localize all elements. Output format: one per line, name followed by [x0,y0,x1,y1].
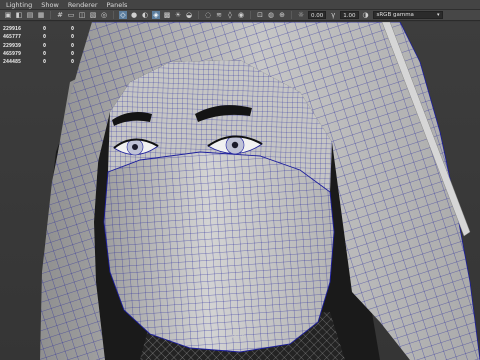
hud-value: 0 [43,59,47,66]
hud-value: 244485 [3,59,22,66]
wireframe-icon[interactable]: ◇ [119,11,127,19]
ambient-occlusion-icon[interactable]: ◌ [204,11,212,19]
toolbar-divider [291,11,292,19]
field-chart-icon[interactable]: ◎ [100,11,108,19]
toolbar-divider [198,11,199,19]
grid-icon[interactable]: # [56,11,64,19]
hud-row: 465979 0 0 [3,50,91,58]
resolution-gate-icon[interactable]: ◫ [78,11,86,19]
hud-row: 465777 0 0 [3,33,91,41]
hud-row: 229939 0 0 [3,42,91,50]
select-camera-icon[interactable]: ▣ [4,11,12,19]
hud-value: 0 [71,34,75,41]
textured-icon[interactable]: ▩ [163,11,171,19]
hud-row: 229916 0 0 [3,25,91,33]
hud-value: 0 [71,42,75,49]
viewport-canvas[interactable] [0,22,480,360]
hud-value: 229939 [3,42,22,49]
hud-value: 229916 [3,26,22,33]
panel-menu-bar: Lighting Show Renderer Panels [0,0,480,10]
film-gate-icon[interactable]: ▭ [67,11,75,19]
camera-name-label: persp [232,334,245,339]
menu-panels[interactable]: Panels [107,0,128,10]
xray-joints-icon[interactable]: ⊕ [278,11,286,19]
motion-blur-icon[interactable]: ≋ [215,11,223,19]
view-transform-value: sRGB gamma [376,12,414,18]
shadows-icon[interactable]: ◒ [185,11,193,19]
bookmarks-icon[interactable]: ▤ [26,11,34,19]
xray-icon[interactable]: ◍ [267,11,275,19]
wireframe-on-shaded-icon[interactable]: ◈ [152,11,160,19]
gamma-icon[interactable]: γ [329,11,337,19]
isolate-select-icon[interactable]: ⊡ [256,11,264,19]
chevron-down-icon: ▾ [436,12,440,18]
hud-value: 465777 [3,34,22,41]
exposure-icon[interactable]: ☼ [297,11,305,19]
perspective-viewport[interactable] [0,22,480,360]
panel-toolbar: ▣ ◧ ▤ ▦ # ▭ ◫ ▧ ◎ ◇ ● ◐ ◈ ▩ ☀ ◒ ◌ ≋ ◊ ◉ … [0,10,480,21]
toolbar-divider [113,11,114,19]
hud-value: 0 [71,26,75,33]
view-transform-select[interactable]: sRGB gamma ▾ [372,11,443,19]
depth-of-field-icon[interactable]: ◉ [237,11,245,19]
default-material-icon[interactable]: ◐ [141,11,149,19]
menu-renderer[interactable]: Renderer [68,0,98,10]
menu-show[interactable]: Show [41,0,59,10]
hud-value: 0 [71,51,75,58]
color-management-icon[interactable]: ◑ [362,11,370,19]
use-all-lights-icon[interactable]: ☀ [174,11,182,19]
hud-value: 0 [43,51,47,58]
toolbar-divider [250,11,251,19]
hud-value: 0 [43,42,47,49]
hud-value: 465979 [3,51,22,58]
gate-mask-icon[interactable]: ▧ [89,11,97,19]
hud-value: 0 [43,34,47,41]
image-plane-icon[interactable]: ▦ [37,11,45,19]
menu-lighting[interactable]: Lighting [6,0,32,10]
hud-row: 244485 0 0 [3,58,91,66]
gamma-field[interactable]: 1.00 [340,11,359,19]
toolbar-divider [50,11,51,19]
exposure-field[interactable]: 0.00 [308,11,327,19]
smooth-shade-icon[interactable]: ● [130,11,138,19]
hud-value: 0 [43,26,47,33]
anti-aliasing-icon[interactable]: ◊ [226,11,234,19]
hud-value: 0 [71,59,75,66]
poly-count-hud: 229916 0 0 465777 0 0 229939 0 0 465979 0 0 244485 0 0 [3,25,91,66]
camera-attributes-icon[interactable]: ◧ [15,11,23,19]
